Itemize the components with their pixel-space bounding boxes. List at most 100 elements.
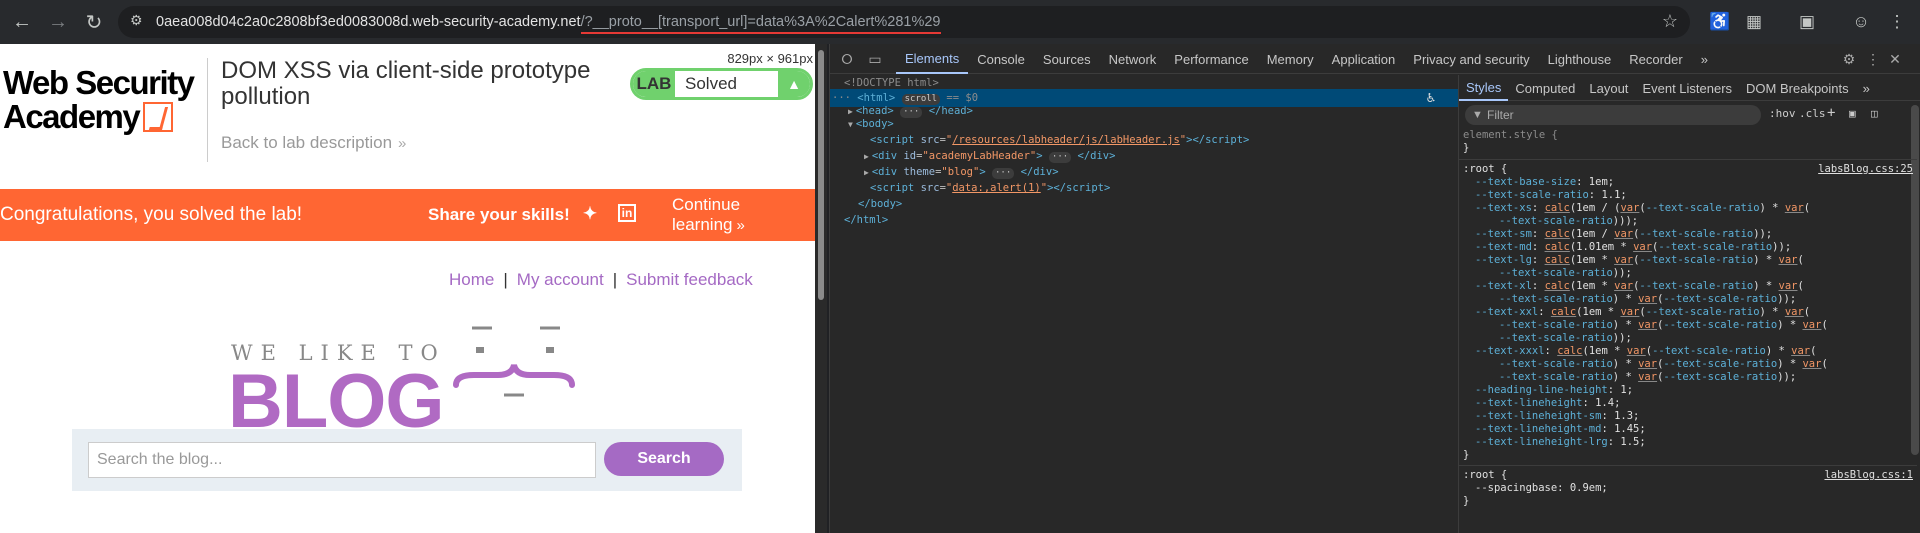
header-divider bbox=[207, 58, 208, 162]
css-decl[interactable]: --text-lg: calc(1em * var(--text-scale-r… bbox=[1475, 254, 1804, 267]
nav-home[interactable]: Home bbox=[449, 270, 494, 289]
tab-layout[interactable]: Layout bbox=[1582, 75, 1635, 101]
accessibility-extension-icon[interactable]: ♿ bbox=[1708, 10, 1732, 34]
css-decl[interactable]: --text-lineheight: 1.4; bbox=[1475, 397, 1620, 410]
paint-icon[interactable]: ▣ bbox=[1849, 107, 1856, 120]
device-toolbar-icon[interactable]: ▭ bbox=[866, 50, 884, 68]
devtools-menu-icon[interactable]: ⋮ bbox=[1864, 50, 1882, 68]
filter-icon: ▼ bbox=[1472, 109, 1483, 121]
css-decl[interactable]: --text-scale-ratio: 1.1; bbox=[1475, 189, 1627, 202]
styles-filter-input[interactable]: ▼ Filter bbox=[1465, 105, 1761, 125]
injected-src-link[interactable]: data:,alert(1) bbox=[952, 182, 1041, 194]
css-decl[interactable]: --text-lineheight-md: 1.45; bbox=[1475, 423, 1646, 436]
tab-event-listeners[interactable]: Event Listeners bbox=[1635, 75, 1739, 101]
tab-memory[interactable]: Memory bbox=[1258, 44, 1323, 74]
top-nav: Home | My account | Submit feedback bbox=[449, 270, 753, 290]
cls-toggle[interactable]: .cls bbox=[1799, 107, 1826, 120]
css-decl[interactable]: --text-base-size: 1em; bbox=[1475, 176, 1614, 189]
css-decl[interactable]: --text-md: calc(1.01em * var(--text-scal… bbox=[1475, 241, 1791, 254]
css-decl[interactable]: --text-lineheight-sm: 1.3; bbox=[1475, 410, 1639, 423]
linkedin-icon[interactable]: in bbox=[618, 204, 636, 222]
dom-script-injected[interactable]: <script src="data:,alert(1)"></script> bbox=[870, 180, 1110, 196]
dom-body-close[interactable]: </body> bbox=[858, 196, 902, 212]
twitter-icon[interactable]: ✦ bbox=[580, 204, 600, 224]
tab-dom-breakpoints[interactable]: DOM Breakpoints bbox=[1739, 75, 1856, 101]
element-style-rule[interactable]: element.style { bbox=[1463, 129, 1558, 142]
tab-application[interactable]: Application bbox=[1323, 44, 1405, 74]
inspect-element-icon[interactable]: ⭘ bbox=[838, 50, 856, 68]
nav-my-account[interactable]: My account bbox=[517, 270, 604, 289]
css-decl[interactable]: --spacingbase: 0.9em; bbox=[1475, 482, 1608, 495]
css-decl[interactable]: --text-xxxl: calc(1em * var(--text-scale… bbox=[1475, 345, 1816, 358]
css-decl[interactable]: --text-sm: calc(1em / var(--text-scale-r… bbox=[1475, 228, 1772, 241]
lab-title: DOM XSS via client-side prototype pollut… bbox=[221, 57, 591, 110]
css-decl[interactable]: --text-xl: calc(1em * var(--text-scale-r… bbox=[1475, 280, 1804, 293]
tab-network[interactable]: Network bbox=[1100, 44, 1166, 74]
css-decl[interactable]: --text-xxl: calc(1em * var(--text-scale-… bbox=[1475, 306, 1810, 319]
page-scrollbar[interactable] bbox=[815, 44, 827, 533]
dom-div-labheader[interactable]: ▶ <div id="academyLabHeader"> ··· </div> bbox=[864, 148, 1115, 165]
rule-divider bbox=[1459, 465, 1917, 466]
styles-scrollbar[interactable] bbox=[1911, 105, 1919, 455]
cast-icon[interactable]: ▣ bbox=[1795, 10, 1819, 34]
close-devtools-icon[interactable]: ✕ bbox=[1886, 50, 1904, 68]
more-tabs-icon[interactable]: » bbox=[1692, 44, 1717, 74]
rule-close: } bbox=[1463, 449, 1470, 461]
dom-doctype[interactable]: <!DOCTYPE html> bbox=[844, 75, 939, 91]
script-src-link[interactable]: /resources/labheader/js/labHeader.js bbox=[952, 134, 1180, 146]
css-decl[interactable]: --text-xs: calc(1em / (var(--text-scale-… bbox=[1475, 202, 1810, 215]
extensions-icon[interactable]: ▦ bbox=[1742, 10, 1766, 34]
bookmark-star-icon[interactable]: ☆ bbox=[1662, 11, 1678, 32]
tab-elements[interactable]: Elements bbox=[896, 44, 969, 74]
filter-placeholder: Filter bbox=[1487, 108, 1514, 122]
settings-gear-icon[interactable]: ⚙ bbox=[1840, 50, 1858, 68]
address-bar[interactable]: ⚙ 0aea008d04c2a0c2808bf3ed0083008d.web-s… bbox=[118, 6, 1690, 38]
search-button[interactable]: Search bbox=[604, 442, 724, 476]
more-styles-tabs-icon[interactable]: » bbox=[1856, 75, 1877, 101]
nav-submit-feedback[interactable]: Submit feedback bbox=[626, 270, 753, 289]
forward-icon[interactable]: → bbox=[44, 8, 72, 36]
badge-lab-label: LAB bbox=[633, 71, 675, 97]
dom-body-node[interactable]: ▼ <body> bbox=[848, 116, 894, 133]
search-input[interactable]: Search the blog... bbox=[88, 442, 596, 478]
hov-toggle[interactable]: :hov bbox=[1769, 107, 1796, 120]
site-info-icon[interactable]: ⚙ bbox=[130, 12, 143, 29]
accessibility-tree-icon[interactable]: ♿ bbox=[1422, 89, 1440, 107]
tab-console[interactable]: Console bbox=[968, 44, 1034, 74]
tab-lighthouse[interactable]: Lighthouse bbox=[1539, 44, 1621, 74]
css-decl[interactable]: --heading-line-height: 1; bbox=[1475, 384, 1633, 397]
menu-icon[interactable]: ⋮ bbox=[1885, 10, 1909, 34]
double-chevron-icon: » bbox=[398, 135, 407, 152]
root-source-link[interactable]: labsBlog.css:1 bbox=[1824, 469, 1913, 482]
academy-logo[interactable]: Web Security Academy bbox=[3, 66, 201, 134]
sidebar-toggle-icon[interactable]: ◫ bbox=[1871, 107, 1878, 120]
scrollbar-thumb[interactable] bbox=[818, 50, 824, 300]
root-source-link[interactable]: labsBlog.css:25 bbox=[1818, 163, 1913, 176]
tab-sources[interactable]: Sources bbox=[1034, 44, 1100, 74]
tab-styles[interactable]: Styles bbox=[1459, 75, 1509, 101]
url-text[interactable]: 0aea008d04c2a0c2808bf3ed0083008d.web-sec… bbox=[156, 14, 941, 34]
reload-icon[interactable]: ↻ bbox=[80, 8, 108, 36]
root-selector[interactable]: :root { bbox=[1463, 469, 1507, 482]
dom-script-labheader[interactable]: <script src="/resources/labheader/js/lab… bbox=[870, 132, 1249, 148]
share-label: Share your skills! bbox=[428, 205, 570, 224]
tab-recorder[interactable]: Recorder bbox=[1620, 44, 1691, 74]
dom-div-theme[interactable]: ▶ <div theme="blog"> ··· </div> bbox=[864, 164, 1059, 181]
collapsed-ellipsis: ··· bbox=[992, 168, 1015, 179]
profile-icon[interactable]: ☺ bbox=[1849, 10, 1873, 34]
tab-performance[interactable]: Performance bbox=[1165, 44, 1257, 74]
nav-separator: | bbox=[503, 270, 508, 289]
tab-privacy-security[interactable]: Privacy and security bbox=[1404, 44, 1538, 74]
dom-html-close[interactable]: </html> bbox=[844, 212, 888, 228]
tab-computed[interactable]: Computed bbox=[1508, 75, 1582, 101]
devtools-panel: ⭘ ▭ Elements Console Sources Network Per… bbox=[829, 44, 1920, 533]
url-path: /?__proto__[transport_url]=data%3A%2Cale… bbox=[580, 14, 941, 34]
css-decl[interactable]: --text-lineheight-lrg: 1.5; bbox=[1475, 436, 1646, 449]
root-selector[interactable]: :root { bbox=[1463, 163, 1507, 176]
flask-icon: ▲ bbox=[778, 71, 810, 97]
continue-learning-link[interactable]: Continue learning» bbox=[672, 195, 815, 235]
back-icon[interactable]: ← bbox=[8, 8, 36, 36]
back-to-lab-link[interactable]: Back to lab description » bbox=[221, 133, 406, 153]
css-decl-cont: --text-scale-ratio) * var(--text-scale-r… bbox=[1499, 319, 1828, 331]
new-rule-icon[interactable]: + bbox=[1827, 105, 1835, 121]
